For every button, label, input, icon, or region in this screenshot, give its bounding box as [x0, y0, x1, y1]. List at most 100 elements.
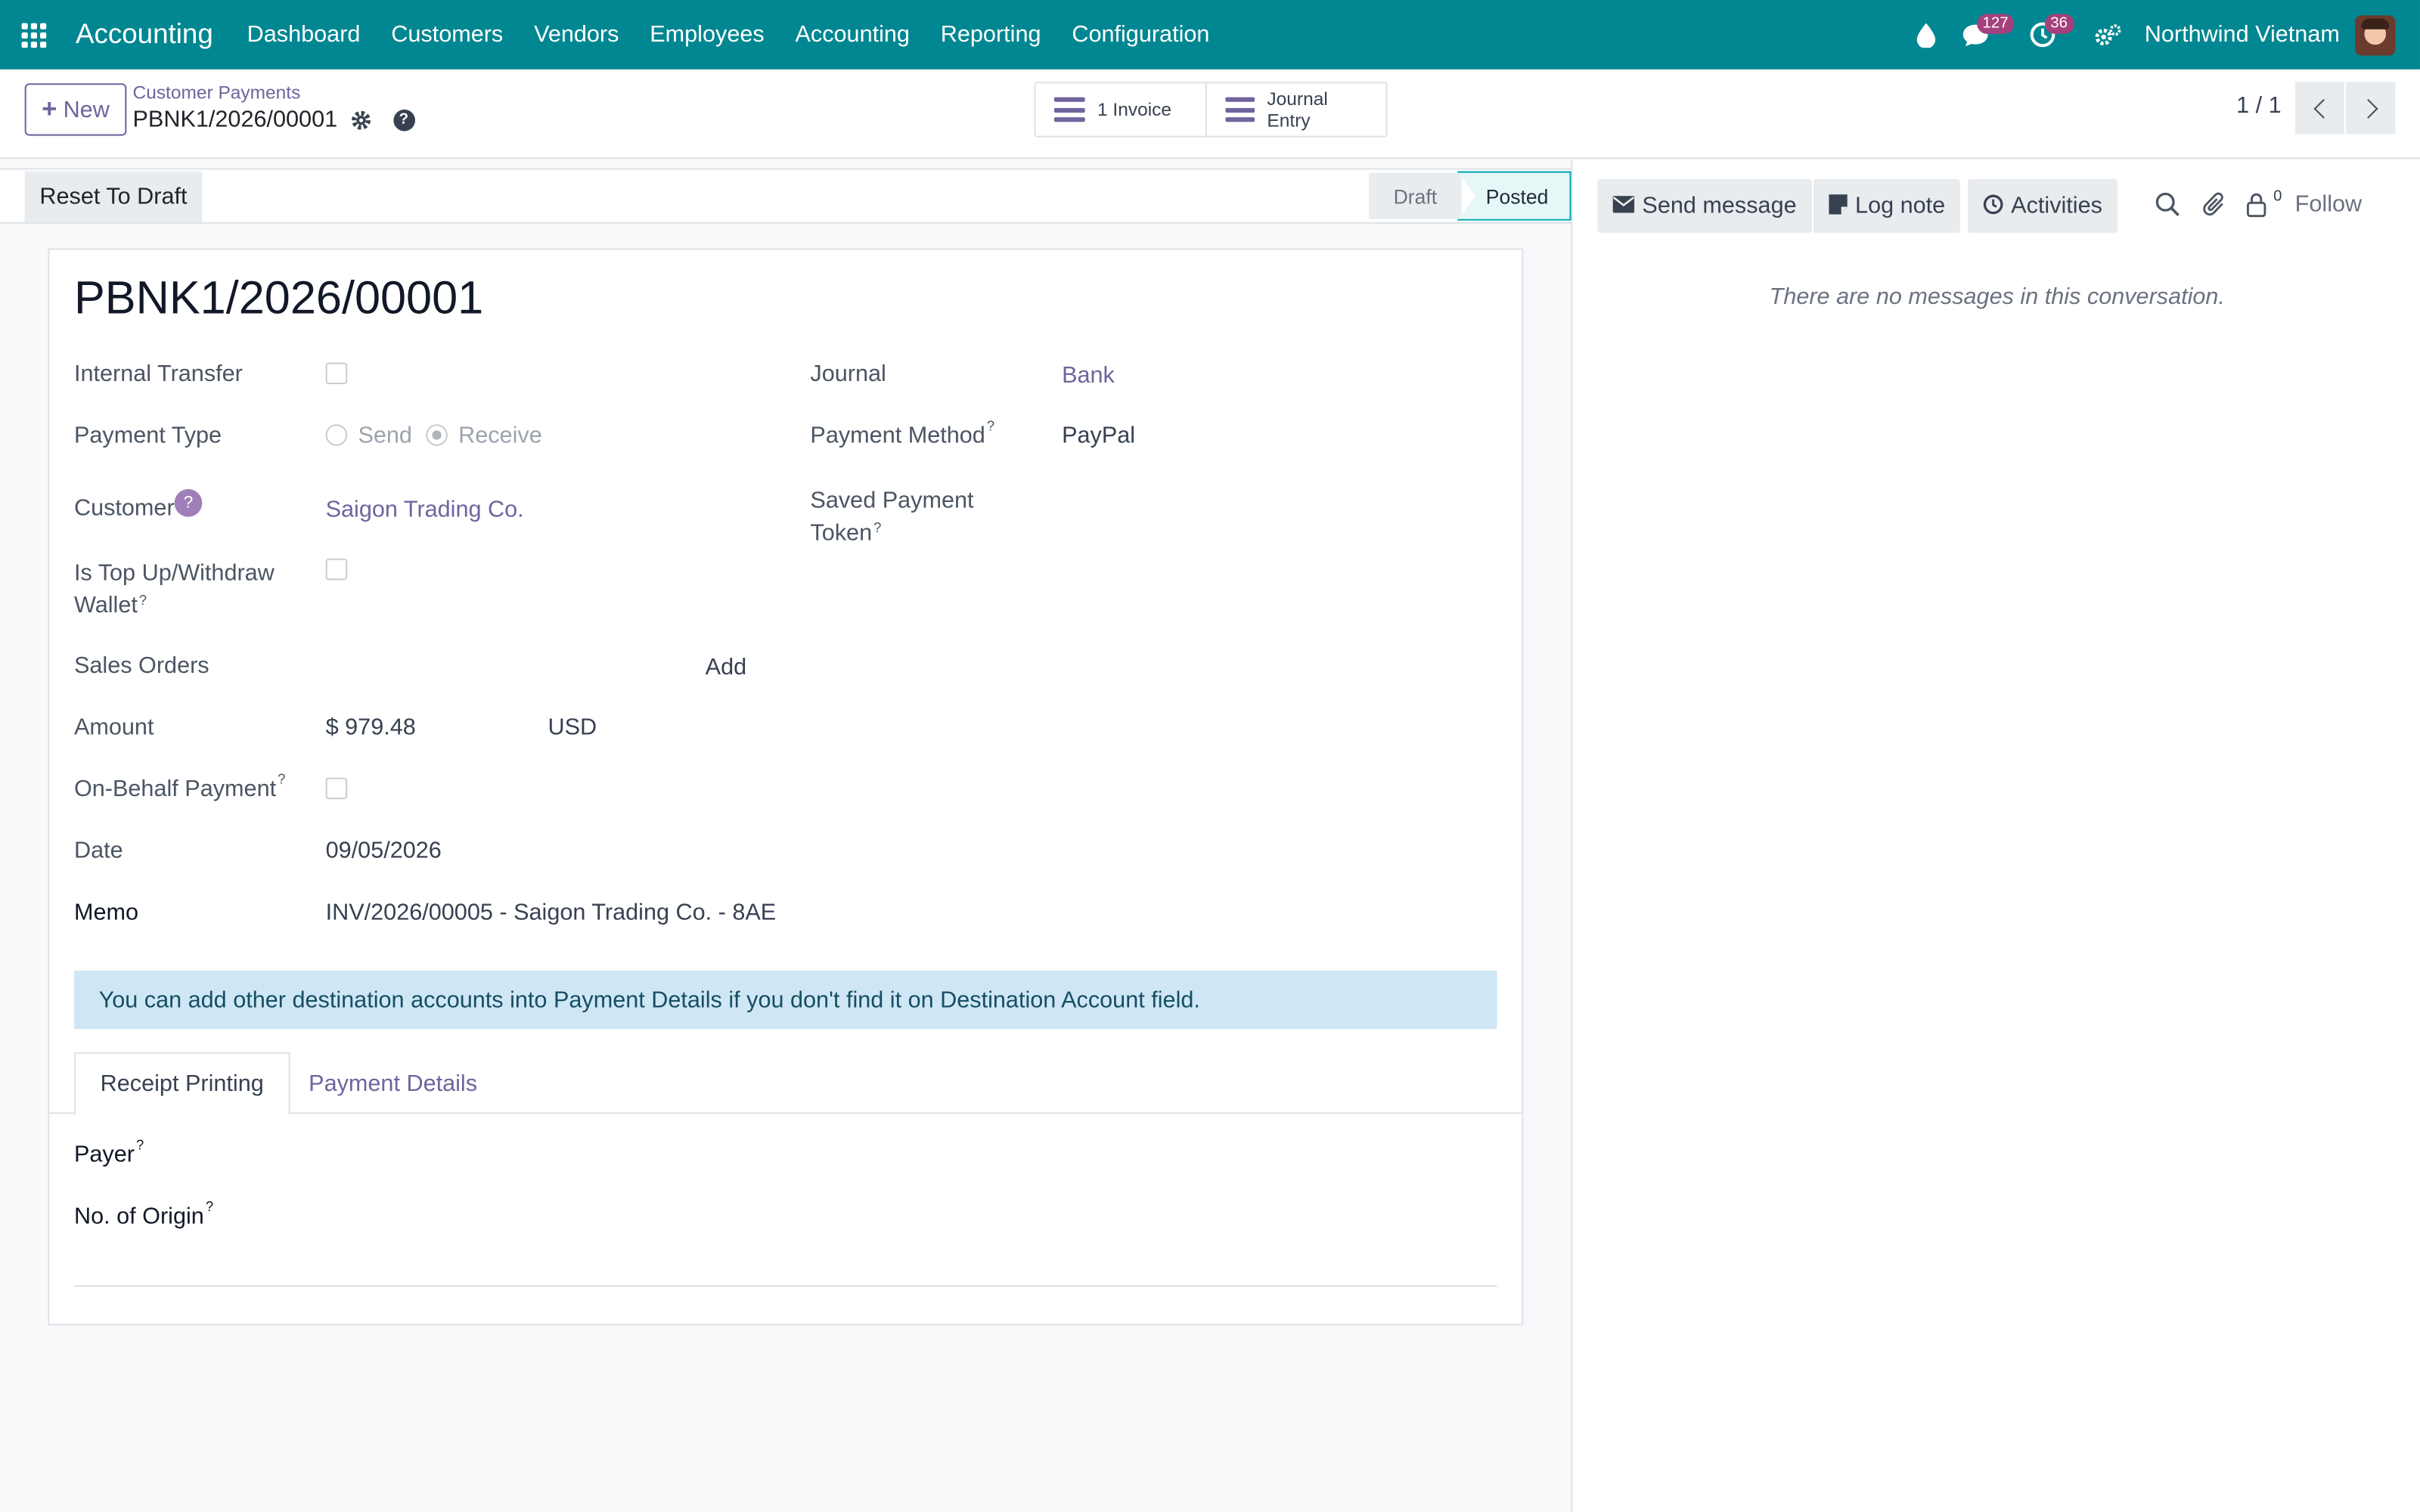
menu-accounting[interactable]: Accounting	[780, 22, 925, 48]
payment-type-receive-radio[interactable]	[426, 424, 448, 446]
chevron-left-icon	[2313, 98, 2333, 118]
log-note-button[interactable]: Log note	[1813, 178, 1961, 234]
plus-icon: +	[42, 94, 57, 124]
sales-orders-label: Sales Orders	[73, 652, 209, 679]
messages-badge: 127	[1976, 14, 2015, 34]
note-icon	[1829, 194, 1848, 218]
customer-field[interactable]: Saigon Trading Co.	[326, 497, 524, 523]
menu-reporting[interactable]: Reporting	[925, 22, 1056, 48]
company-switcher[interactable]: Northwind Vietnam	[2145, 22, 2340, 48]
log-note-label: Log note	[1855, 193, 1946, 219]
payer-label-wrap: Payer?	[73, 1137, 144, 1168]
pager-previous-button[interactable]	[2294, 82, 2344, 135]
paperclip-icon[interactable]	[2202, 191, 2230, 219]
apps-menu-icon[interactable]	[0, 0, 68, 70]
drop-icon[interactable]	[1900, 0, 1950, 70]
clock-icon	[1983, 194, 2003, 218]
main-menu: Dashboard Customers Vendors Employees Ac…	[231, 22, 1225, 48]
user-avatar[interactable]	[2355, 14, 2396, 55]
payer-label: Payer	[73, 1142, 135, 1168]
menu-customers[interactable]: Customers	[376, 22, 519, 48]
date-field[interactable]: 09/05/2026	[326, 838, 442, 864]
breadcrumb-customer-payments[interactable]: Customer Payments	[133, 82, 301, 104]
top-up-label-line2: Wallet	[73, 592, 138, 619]
activities-clock-icon[interactable]: 36	[2018, 0, 2074, 70]
customer-label: Customer	[73, 495, 175, 522]
menu-configuration[interactable]: Configuration	[1056, 22, 1225, 48]
amount-field[interactable]: $ 979.48	[326, 714, 416, 741]
tooltip-marker: ?	[278, 771, 286, 787]
amount-label: Amount	[73, 714, 154, 741]
sales-orders-add-link[interactable]: Add	[706, 654, 746, 680]
pager-value[interactable]: 1 / 1	[2236, 92, 2282, 119]
follower-count: 0	[2273, 187, 2282, 206]
tab-receipt-printing[interactable]: Receipt Printing	[73, 1052, 290, 1116]
send-message-button[interactable]: Send message	[1597, 178, 1813, 234]
tooltip-marker: ?	[205, 1198, 214, 1215]
form-sheet: PBNK1/2026/00001 Internal Transfer Payme…	[48, 248, 1524, 1326]
pager-next-button[interactable]	[2346, 82, 2396, 135]
chevron-right-icon	[2357, 98, 2378, 118]
saved-token-label: Saved Payment Token?	[810, 485, 973, 550]
on-behalf-label: On-Behalf Payment	[73, 776, 277, 803]
tooltip-marker: ?	[135, 1137, 144, 1153]
origin-label-wrap: No. of Origin?	[73, 1199, 213, 1230]
tab-payment-details[interactable]: Payment Details	[284, 1052, 502, 1116]
top-up-wallet-label: Is Top Up/Withdraw Wallet?	[74, 557, 275, 622]
new-button[interactable]: + New	[24, 83, 127, 136]
on-behalf-checkbox[interactable]	[325, 777, 348, 800]
gear-icon[interactable]	[349, 109, 371, 131]
reset-to-draft-button[interactable]: Reset To Draft	[24, 171, 203, 222]
stage-draft[interactable]: Draft	[1369, 172, 1462, 219]
origin-label: No. of Origin	[73, 1203, 204, 1230]
settings-gears-icon[interactable]	[2083, 0, 2132, 70]
app-title[interactable]: Accounting	[76, 18, 213, 51]
lock-followers-icon[interactable]	[2245, 191, 2273, 219]
menu-vendors[interactable]: Vendors	[519, 22, 634, 48]
breadcrumb-current: PBNK1/2026/00001 ?	[133, 107, 415, 133]
journal-entry-smart-button[interactable]: Journal Entry	[1205, 83, 1386, 136]
list-bars-icon	[1053, 97, 1085, 122]
journal-label: Journal	[810, 361, 886, 388]
follow-button[interactable]: Follow	[2295, 191, 2362, 218]
tab-content-divider	[73, 1284, 1497, 1287]
top-up-label-line1: Is Top Up/Withdraw	[73, 559, 275, 587]
payment-title: PBNK1/2026/00001	[73, 273, 484, 324]
menu-employees[interactable]: Employees	[634, 22, 780, 48]
memo-field[interactable]: INV/2026/00005 - Saigon Trading Co. - 8A…	[326, 900, 777, 926]
messages-icon[interactable]: 127	[1950, 0, 2015, 70]
tooltip-marker: ?	[138, 592, 147, 609]
help-icon[interactable]: ?	[392, 108, 415, 131]
journal-entry-smart-label: Journal Entry	[1267, 88, 1328, 132]
menu-dashboard[interactable]: Dashboard	[231, 22, 376, 48]
help-badge-icon[interactable]: ?	[174, 488, 203, 517]
tooltip-marker: ?	[873, 519, 882, 536]
notebook-tabs: Receipt Printing Payment Details	[49, 1052, 1522, 1116]
journal-field[interactable]: Bank	[1062, 363, 1115, 389]
payment-type-send-label: Send	[358, 423, 412, 449]
control-panel: + New Customer Payments PBNK1/2026/00001…	[0, 69, 2420, 160]
empty-conversation-text: There are no messages in this conversati…	[1769, 284, 2225, 311]
tooltip-marker: ?	[986, 418, 995, 434]
payment-type-send-radio[interactable]	[325, 424, 348, 446]
top-navbar: Accounting Dashboard Customers Vendors E…	[0, 0, 2420, 70]
internal-transfer-checkbox[interactable]	[325, 362, 348, 385]
payment-method-label-wrap: Payment Method?	[810, 418, 994, 449]
chatter-panel: Send message Log note Activities 0 Follo…	[1571, 160, 2420, 1512]
saved-token-label-line1: Saved Payment	[810, 487, 974, 514]
activities-button[interactable]: Activities	[1968, 178, 2118, 234]
new-button-label: New	[63, 96, 110, 123]
smart-buttons: 1 Invoice Journal Entry	[1034, 82, 1388, 138]
stage-posted[interactable]: Posted	[1457, 171, 1571, 221]
invoice-smart-label: 1 Invoice	[1097, 98, 1172, 121]
saved-token-label-line2: Token	[810, 519, 873, 547]
envelope-icon	[1612, 194, 1635, 218]
search-icon[interactable]	[2155, 191, 2183, 219]
payment-type-label: Payment Type	[73, 423, 222, 449]
invoice-smart-button[interactable]: 1 Invoice	[1035, 83, 1205, 135]
top-up-wallet-checkbox[interactable]	[325, 558, 348, 581]
payment-method-field[interactable]: PayPal	[1062, 423, 1135, 449]
on-behalf-label-wrap: On-Behalf Payment?	[73, 771, 285, 803]
currency-field[interactable]: USD	[548, 714, 597, 741]
form-statusbar: Reset To Draft Draft Posted	[0, 168, 1571, 224]
